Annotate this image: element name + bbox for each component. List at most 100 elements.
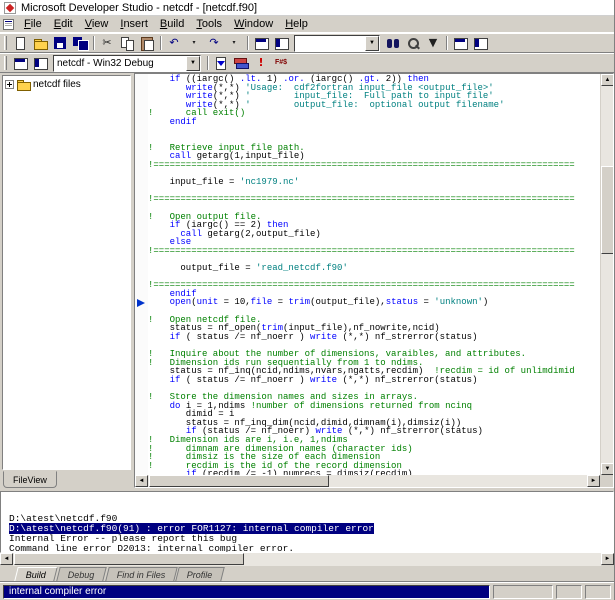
code-line[interactable]: !=======================================… <box>148 247 600 256</box>
toolbar-separator <box>207 56 208 70</box>
code-line[interactable]: call getarg(2,output_file) <box>148 230 600 239</box>
save-button[interactable] <box>50 34 70 52</box>
fortran-tools-icon: F#$ <box>271 56 291 70</box>
fileview-tree[interactable]: netcdf files <box>2 75 131 470</box>
undo-dropdown-button[interactable]: ▾ <box>184 34 204 52</box>
undo-button[interactable]: ↶ <box>164 34 184 52</box>
toolbar-main-left: ✂↶▾↷▾ <box>10 34 291 52</box>
code-line[interactable]: open(unit = 10,file = trim(output_file),… <box>148 298 600 307</box>
menu-item-window[interactable]: Window <box>228 17 279 31</box>
code-line[interactable]: output_file = 'read_netcdf.f90' <box>148 264 600 273</box>
menu-item-tools[interactable]: Tools <box>190 17 228 31</box>
status-pane-3 <box>585 585 611 599</box>
code-line[interactable]: input_file = 'nc1979.nc' <box>148 178 600 187</box>
output-tabs: BuildDebugFind in FilesProfile <box>0 566 614 582</box>
configuration-dropdown-icon[interactable]: ▼ <box>186 56 200 71</box>
output-window-button[interactable] <box>271 34 291 52</box>
code-lines[interactable]: if ((iargc() .lt. 1) .or. (iargc() .gt. … <box>148 74 600 475</box>
output-tab-debug[interactable]: Debug <box>56 567 106 581</box>
code-line[interactable]: if ( status /= nf_noerr ) write (*,*) nf… <box>148 333 600 342</box>
workspace-window-button[interactable] <box>251 34 271 52</box>
find-next-button[interactable]: ▼ <box>423 34 443 52</box>
code-editor: if ((iargc() .lt. 1) .or. (iargc() .gt. … <box>134 73 614 488</box>
scroll-up-icon[interactable]: ▲ <box>601 74 613 86</box>
toolbar-grip[interactable] <box>4 56 7 70</box>
undo-dropdown-icon: ▾ <box>190 36 198 50</box>
build-pane-button[interactable] <box>450 34 470 52</box>
scroll-down-icon[interactable]: ▼ <box>601 463 613 475</box>
output-horizontal-scrollbar[interactable]: ◄ ► <box>0 553 614 566</box>
copy-button[interactable] <box>117 34 137 52</box>
fileview-toggle-button[interactable] <box>30 54 50 72</box>
toolbar-separator <box>247 36 248 50</box>
menu-item-view[interactable]: View <box>79 17 115 31</box>
active-configuration-combo[interactable]: netcdf - Win32 Debug ▼ <box>53 55 201 72</box>
code-line[interactable] <box>148 127 600 136</box>
new-file-icon <box>12 36 28 50</box>
output-tab-build[interactable]: Build <box>14 567 58 581</box>
code-line[interactable]: !=======================================… <box>148 161 600 170</box>
find-combo[interactable]: ▼ <box>294 35 380 52</box>
scroll-right-icon[interactable]: ► <box>601 553 614 565</box>
find-icon <box>405 36 421 50</box>
editor-horizontal-scrollbar[interactable]: ◄ ► <box>135 475 613 487</box>
code-line[interactable]: !=======================================… <box>148 195 600 204</box>
tab-fileview[interactable]: FileView <box>3 471 57 488</box>
scroll-left-icon[interactable]: ◄ <box>0 553 13 565</box>
redo-button[interactable]: ↷ <box>204 34 224 52</box>
standard-toolbar: ✂↶▾↷▾ ▼ ▼ <box>0 33 614 53</box>
save-all-button[interactable] <box>70 34 90 52</box>
scroll-left-icon[interactable]: ◄ <box>135 475 148 487</box>
code-line[interactable]: ! call exit() <box>148 109 600 118</box>
output-scroll-thumb[interactable] <box>14 553 244 565</box>
selection-margin[interactable] <box>135 74 148 475</box>
application-window: { "window": { "title": "Microsoft Develo… <box>0 0 615 600</box>
menu-item-build[interactable]: Build <box>154 17 190 31</box>
menu-item-insert[interactable]: Insert <box>114 17 154 31</box>
code-line[interactable]: !=======================================… <box>148 281 600 290</box>
build-button[interactable] <box>231 54 251 72</box>
code-line[interactable]: if ( status /= nf_noerr ) write (*,*) nf… <box>148 376 600 385</box>
toolbar-grip[interactable] <box>4 36 7 50</box>
paste-button[interactable] <box>137 34 157 52</box>
output-tab-profile[interactable]: Profile <box>175 567 224 581</box>
scroll-right-icon[interactable]: ► <box>587 475 600 487</box>
menu-item-file[interactable]: File <box>18 17 48 31</box>
build-icon <box>233 56 249 70</box>
new-file-button[interactable] <box>10 34 30 52</box>
menu-item-edit[interactable]: Edit <box>48 17 79 31</box>
editor-vertical-scrollbar[interactable]: ▲ ▼ <box>600 74 613 475</box>
classview-toggle-icon <box>12 56 28 70</box>
vertical-scroll-thumb[interactable] <box>601 166 613 254</box>
output-line[interactable]: Command line error D2013: internal compi… <box>9 544 613 553</box>
classview-toggle-button[interactable] <box>10 54 30 72</box>
mdi-document-icon[interactable] <box>3 19 14 30</box>
workspace-panel: netcdf files FileView <box>0 73 131 488</box>
tree-item-netcdf-files[interactable]: netcdf files <box>4 77 129 92</box>
find-button[interactable] <box>403 34 423 52</box>
execute-button[interactable]: ! <box>251 54 271 72</box>
toolbar-build-left <box>10 54 50 72</box>
compile-button[interactable] <box>211 54 231 72</box>
window-list-button[interactable] <box>470 34 490 52</box>
menu-item-help[interactable]: Help <box>279 17 314 31</box>
find-in-files-button[interactable] <box>383 34 403 52</box>
find-in-files-icon <box>385 36 401 50</box>
tree-expand-icon[interactable] <box>5 80 14 89</box>
cut-button[interactable]: ✂ <box>97 34 117 52</box>
output-tab-find-in-files[interactable]: Find in Files <box>105 567 177 581</box>
fortran-tools-button[interactable]: F#$ <box>271 54 291 72</box>
find-combo-dropdown-icon[interactable]: ▼ <box>365 36 379 51</box>
open-file-button[interactable] <box>30 34 50 52</box>
toolbar-separator <box>446 36 447 50</box>
title-bar: Microsoft Developer Studio - netcdf - [n… <box>0 0 614 16</box>
horizontal-scroll-track[interactable] <box>148 475 587 487</box>
code-line[interactable]: endif <box>148 118 600 127</box>
output-window[interactable]: D:\atest\netcdf.f90D:\atest\netcdf.f90(9… <box>0 491 614 553</box>
horizontal-scroll-thumb[interactable] <box>149 475 329 487</box>
current-statement-marker <box>137 299 145 307</box>
redo-dropdown-button[interactable]: ▾ <box>224 34 244 52</box>
fileview-toggle-icon <box>32 56 48 70</box>
output-lines: D:\atest\netcdf.f90D:\atest\netcdf.f90(9… <box>9 514 613 553</box>
output-scroll-track[interactable] <box>13 553 601 566</box>
